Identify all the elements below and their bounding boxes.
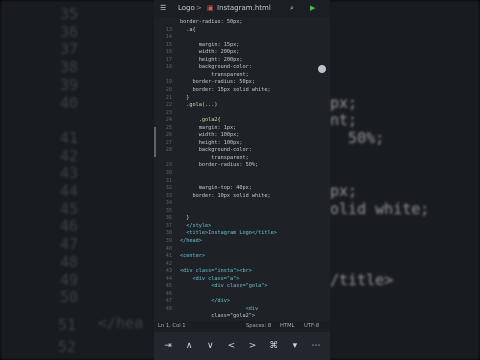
file-tab[interactable]: Instagram.html — [217, 0, 271, 17]
menu-icon[interactable]: ☰ — [160, 0, 166, 17]
dropdown-key[interactable]: ▾ — [285, 336, 305, 356]
run-icon[interactable]: ▶ — [310, 0, 315, 17]
search-icon[interactable]: ⌕ — [290, 0, 294, 17]
cursor-position[interactable]: Ln 1, Col 1 — [158, 321, 186, 332]
more-key[interactable]: ⋯ — [306, 336, 326, 356]
command-key[interactable]: ⌘ — [264, 336, 284, 356]
indentation-setting[interactable]: Spaces: 8 — [246, 321, 271, 332]
html-file-icon: ▣ — [207, 4, 214, 12]
scroll-handle[interactable] — [318, 65, 326, 73]
down-arrow-key[interactable]: ∨ — [200, 336, 220, 356]
left-arrow-key[interactable]: < — [221, 336, 241, 356]
language-mode[interactable]: HTML — [280, 321, 294, 332]
status-bar: Ln 1, Col 1 Spaces: 8 HTML UTF-8 — [154, 321, 330, 332]
editor-top-bar: ☰ Logo > ▣ Instagram.html ⌕ ▶ — [154, 0, 330, 17]
breadcrumb-chevron-icon: > — [196, 4, 202, 12]
code-editor[interactable]: border-radius: 50px; 13 .a{14 15 margin: 1… — [154, 17, 330, 321]
encoding-setting[interactable]: UTF-8 — [304, 321, 319, 332]
right-arrow-key[interactable]: > — [243, 336, 263, 356]
up-arrow-key[interactable]: ∧ — [179, 336, 199, 356]
project-breadcrumb[interactable]: Logo — [178, 0, 195, 17]
tab-key[interactable]: ⇥ — [158, 336, 178, 356]
extra-keys-row: ⇥ ∧ ∨ < > ⌘ ▾ ⋯ — [154, 332, 330, 360]
phone-screenshot: ☰ Logo > ▣ Instagram.html ⌕ ▶ border-rad… — [154, 0, 330, 360]
